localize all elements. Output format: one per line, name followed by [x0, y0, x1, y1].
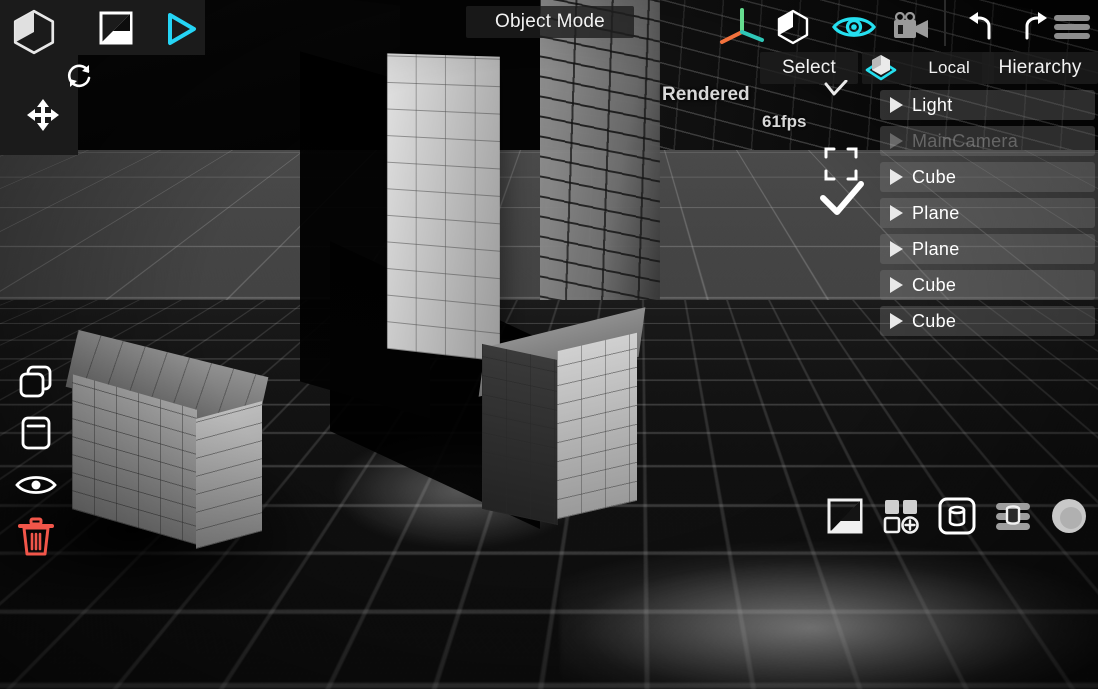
- hierarchy-row[interactable]: Cube: [880, 270, 1095, 300]
- paste-icon[interactable]: [14, 407, 58, 459]
- object-mode-icon[interactable]: [772, 6, 814, 48]
- hierarchy-item-label: Light: [912, 95, 953, 116]
- eye-icon[interactable]: [14, 459, 58, 511]
- object-cube-icon[interactable]: [6, 6, 62, 58]
- object-mode-label[interactable]: Object Mode: [466, 6, 634, 38]
- hierarchy-item-label: MainCamera: [912, 131, 1018, 152]
- crop-frame-icon[interactable]: [823, 146, 859, 182]
- expand-arrow-icon[interactable]: [890, 169, 903, 185]
- checkmark-icon[interactable]: [818, 180, 866, 218]
- rotate-tool-icon[interactable]: [60, 57, 98, 95]
- expand-arrow-icon[interactable]: [890, 241, 903, 257]
- hierarchy-row[interactable]: MainCamera: [880, 126, 1095, 156]
- cursor-tool-icon[interactable]: [160, 8, 202, 50]
- ui-overlay: Object Mode Select Local Hierarchy Rende…: [0, 0, 1098, 689]
- add-object-icon[interactable]: [880, 495, 922, 537]
- hierarchy-panel[interactable]: Light MainCamera Cube Plane Plane Cube: [880, 90, 1095, 342]
- hierarchy-row[interactable]: Plane: [880, 234, 1095, 264]
- undo-icon[interactable]: [963, 8, 1003, 46]
- hierarchy-item-label: Cube: [912, 311, 956, 332]
- hierarchy-row[interactable]: Light: [880, 90, 1095, 120]
- editor-window: Object Mode Select Local Hierarchy Rende…: [0, 0, 1098, 689]
- hierarchy-item-label: Cube: [912, 167, 956, 188]
- menu-icon[interactable]: [1050, 8, 1094, 46]
- shading-mode-label: Rendered: [662, 84, 750, 106]
- hierarchy-row[interactable]: Cube: [880, 306, 1095, 336]
- primitive-icon[interactable]: [936, 495, 978, 537]
- local-gizmo-icon[interactable]: [862, 50, 900, 86]
- expand-arrow-icon[interactable]: [890, 313, 903, 329]
- move-tool-icon[interactable]: [22, 94, 64, 136]
- hierarchy-item-label: Cube: [912, 275, 956, 296]
- expand-arrow-icon[interactable]: [890, 133, 903, 149]
- camera-icon[interactable]: [890, 8, 934, 46]
- hierarchy-item-label: Plane: [912, 239, 960, 260]
- toolbar-divider: [944, 0, 946, 46]
- checkmark-small-icon[interactable]: [823, 80, 849, 100]
- fps-label: 61fps: [762, 112, 806, 132]
- hierarchy-tab[interactable]: Hierarchy: [982, 52, 1098, 84]
- layers-icon[interactable]: [992, 495, 1034, 537]
- material-ball-icon[interactable]: [1048, 495, 1090, 537]
- expand-arrow-icon[interactable]: [890, 277, 903, 293]
- expand-arrow-icon[interactable]: [890, 205, 903, 221]
- scale-tool-icon[interactable]: [96, 8, 136, 48]
- duplicate-icon[interactable]: [14, 355, 58, 407]
- delete-icon[interactable]: [14, 511, 58, 563]
- expand-arrow-icon[interactable]: [890, 97, 903, 113]
- shading-mode-icon[interactable]: [824, 495, 866, 537]
- axis-gizmo[interactable]: [712, 4, 772, 50]
- bottom-right-toolbar: [824, 495, 1090, 537]
- hierarchy-row[interactable]: Cube: [880, 162, 1095, 192]
- left-tool-rail: [14, 355, 58, 563]
- visibility-icon[interactable]: [831, 8, 877, 46]
- local-space-label: Local: [928, 58, 970, 78]
- hierarchy-item-label: Plane: [912, 203, 960, 224]
- redo-icon[interactable]: [1013, 8, 1053, 46]
- hierarchy-row[interactable]: Plane: [880, 198, 1095, 228]
